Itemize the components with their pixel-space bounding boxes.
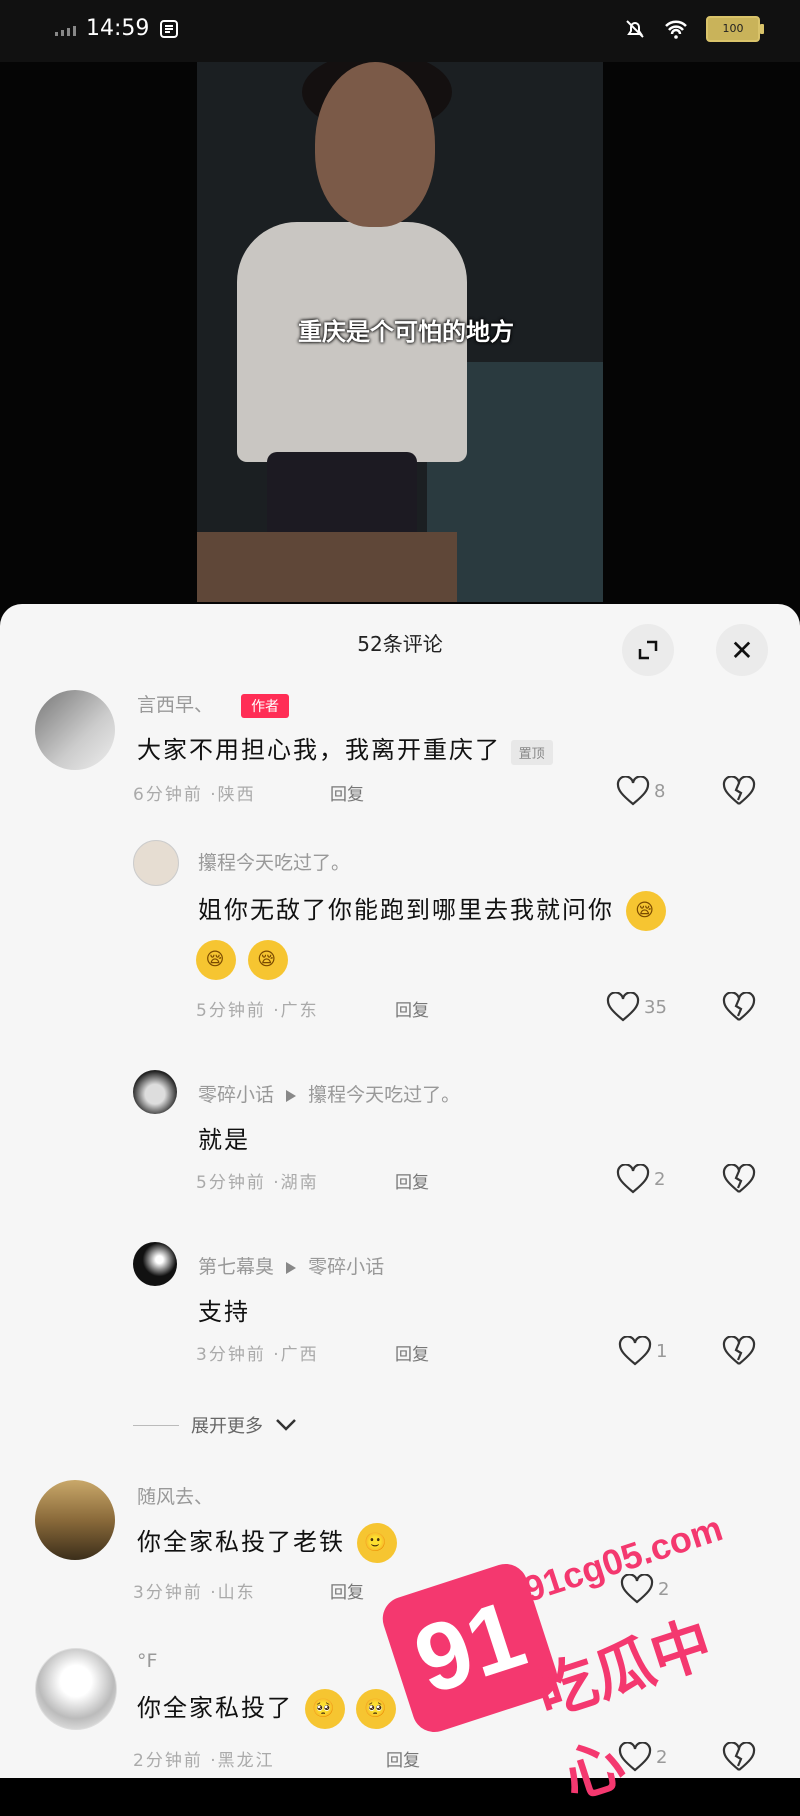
reply-arrow-icon	[286, 1089, 297, 1102]
divider-line	[133, 1424, 179, 1426]
like-count: 2	[654, 1168, 666, 1190]
comment-text: 你全家私投了老铁	[137, 1528, 345, 1556]
video-player[interactable]: 重庆是个可怕的地方	[0, 62, 800, 622]
like-button[interactable]: 2	[616, 1164, 665, 1194]
person-legs	[197, 532, 457, 602]
comment-text-row: 你全家私投了 🥺 🥺	[137, 1688, 397, 1729]
like-count: 8	[654, 780, 666, 802]
person-head	[315, 62, 435, 227]
expand-more-label: 展开更多	[191, 1416, 263, 1437]
comment-location: ·陕西	[210, 785, 256, 805]
comment-meta: 3分钟前 ·山东	[133, 1578, 256, 1603]
watermark-logo: 91 91cg05.com 吃瓜中心	[377, 1488, 760, 1813]
chevron-down-icon	[276, 1419, 296, 1431]
avatar[interactable]	[133, 1242, 177, 1286]
emoji-icon: 😪	[196, 940, 236, 980]
comment-time: 6分钟前	[133, 785, 203, 805]
status-bar: 14:59 100	[0, 0, 800, 62]
comment-meta: 3分钟前 ·广西	[196, 1340, 319, 1365]
dislike-icon[interactable]	[722, 992, 756, 1022]
avatar[interactable]	[133, 1070, 177, 1114]
reply-button[interactable]: 回复	[330, 780, 364, 805]
expand-button[interactable]	[622, 624, 674, 676]
heart-icon	[616, 776, 650, 806]
mute-bell-icon	[626, 20, 644, 38]
notification-icon	[160, 19, 179, 38]
emoji-icon: 😪	[247, 940, 288, 980]
reply-button[interactable]: 回复	[395, 1168, 429, 1193]
expand-icon	[638, 640, 658, 660]
like-count: 1	[656, 1340, 668, 1362]
comment-location: ·广西	[273, 1345, 319, 1365]
comment-time: 2分钟前	[133, 1751, 203, 1771]
comment-location: ·黑龙江	[210, 1751, 275, 1771]
close-button[interactable]: ✕	[716, 624, 768, 676]
comment-location: ·广东	[273, 1001, 319, 1021]
comment-location: ·湖南	[273, 1173, 319, 1193]
heart-icon	[618, 1336, 652, 1366]
comment-author[interactable]: 第七幕臭	[198, 1256, 274, 1278]
emoji-icon: 🥺	[304, 1689, 345, 1729]
reply-button[interactable]: 回复	[395, 996, 429, 1021]
comment-meta: 6分钟前 ·陕西	[133, 780, 256, 805]
pin-tag: 置顶	[510, 740, 553, 765]
comment-text: 你全家私投了	[137, 1694, 293, 1722]
comment-meta: 5分钟前 ·湖南	[196, 1168, 319, 1193]
comment-meta: 5分钟前 ·广东	[196, 996, 319, 1021]
status-time: 14:59	[86, 16, 150, 41]
comment-text: 大家不用担心我，我离开重庆了	[137, 736, 501, 764]
comment-author[interactable]: 言西早、	[137, 694, 213, 716]
comment-author-row: 零碎小话 攥程今天吃过了。	[198, 1080, 460, 1107]
video-caption: 重庆是个可怕的地方	[298, 318, 514, 346]
comment-author[interactable]: 随风去、	[137, 1482, 213, 1509]
watermark-name: 吃瓜中心	[527, 1608, 721, 1814]
comment-time: 3分钟前	[196, 1345, 266, 1365]
comment-text-row: 姐你无敌了你能跑到哪里去我就问你 😪	[198, 890, 666, 931]
comment-text: 支持	[198, 1298, 250, 1326]
dislike-icon[interactable]	[722, 1164, 756, 1194]
avatar[interactable]	[35, 1480, 115, 1560]
wifi-icon	[665, 20, 687, 39]
comment-text: 就是	[198, 1126, 250, 1154]
reply-to-author[interactable]: 攥程今天吃过了。	[308, 1084, 460, 1106]
comment-author-row: 第七幕臭 零碎小话	[198, 1252, 384, 1279]
reply-button[interactable]: 回复	[395, 1340, 429, 1365]
comment-author-row: 言西早、 作者	[137, 690, 290, 718]
like-button[interactable]: 35	[606, 992, 667, 1022]
dislike-icon[interactable]	[722, 776, 756, 806]
reply-to-author[interactable]: 零碎小话	[308, 1256, 384, 1278]
reply-button[interactable]: 回复	[330, 1578, 364, 1603]
comment-author[interactable]: 攥程今天吃过了。	[198, 848, 350, 875]
heart-icon	[606, 992, 640, 1022]
dislike-icon[interactable]	[722, 1336, 756, 1366]
close-icon: ✕	[730, 633, 754, 667]
expand-more-button[interactable]: 展开更多	[133, 1412, 297, 1438]
like-button[interactable]: 8	[616, 776, 665, 806]
emoji-icon: 😪	[625, 891, 666, 931]
heart-icon	[616, 1164, 650, 1194]
comment-time: 5分钟前	[196, 1173, 266, 1193]
comment-count-title: 52条评论	[357, 632, 443, 656]
comment-time: 3分钟前	[133, 1583, 203, 1603]
person-shorts	[267, 452, 417, 542]
avatar[interactable]	[35, 690, 115, 770]
comment-text-row: 你全家私投了老铁 🙂	[137, 1522, 397, 1563]
reply-button[interactable]: 回复	[386, 1746, 420, 1771]
comment-location: ·山东	[210, 1583, 256, 1603]
author-tag: 作者	[241, 694, 290, 718]
comment-text: 姐你无敌了你能跑到哪里去我就问你	[198, 896, 614, 924]
comment-meta: 2分钟前 ·黑龙江	[133, 1746, 275, 1771]
like-button[interactable]: 1	[618, 1336, 667, 1366]
comment-author[interactable]: °F	[137, 1650, 157, 1672]
comment-time: 5分钟前	[196, 1001, 266, 1021]
reply-arrow-icon	[286, 1261, 297, 1274]
comment-author[interactable]: 零碎小话	[198, 1084, 274, 1106]
avatar[interactable]	[133, 840, 179, 886]
comment-text-row-2: 😪 😪	[194, 940, 288, 980]
comment-text-row: 大家不用担心我，我离开重庆了 置顶	[137, 730, 553, 765]
avatar[interactable]	[35, 1648, 117, 1730]
battery-icon: 100	[706, 16, 764, 42]
like-count: 35	[644, 996, 667, 1018]
signal-icon	[55, 22, 76, 36]
